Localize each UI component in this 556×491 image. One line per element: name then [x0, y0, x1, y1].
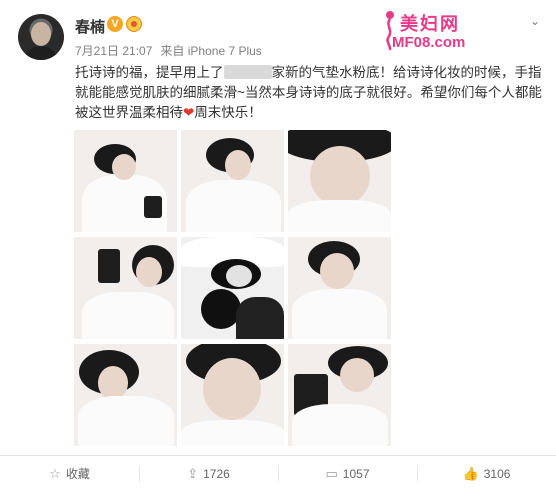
- star-outline-icon: ☆: [49, 465, 61, 481]
- favorite-label: 收藏: [65, 467, 90, 481]
- like-count: 3106: [483, 466, 511, 481]
- comment-count: 1057: [342, 466, 370, 481]
- photo-thumbnail-8[interactable]: [181, 344, 284, 446]
- photo-thumbnail-2[interactable]: [181, 130, 284, 232]
- avatar-body: [23, 46, 59, 60]
- avatar[interactable]: [18, 14, 64, 60]
- post-text-part1: 托诗诗的福，提早用上了: [75, 65, 224, 80]
- photo-thumbnail-9[interactable]: [288, 344, 391, 446]
- favorite-button[interactable]: ☆ 收藏: [0, 456, 139, 491]
- comment-bubble-icon: ▭: [325, 465, 338, 481]
- action-bar: ☆ 收藏 ⇪ 1726 ▭ 1057 👍 3106: [0, 456, 556, 491]
- comment-button[interactable]: ▭ 1057: [278, 456, 417, 491]
- photo-thumbnail-1[interactable]: [74, 130, 177, 232]
- post-timestamp[interactable]: 7月21日 21:07: [75, 44, 152, 58]
- weibo-post-card: 春楠 V ⌄ 7月21日 21:07 来自 iPhone 7 Plus 美妇网 M…: [0, 0, 556, 491]
- photo-thumbnail-6[interactable]: [288, 237, 391, 339]
- post-source-prefix: 来自: [160, 44, 185, 58]
- post-text-part3: 周末快乐！: [194, 105, 262, 120]
- post-source: iPhone 7 Plus: [187, 44, 262, 58]
- photo-thumbnail-5[interactable]: [181, 237, 284, 339]
- image-grid: [74, 130, 392, 448]
- avatar-face: [31, 22, 51, 46]
- medal-icon: [126, 16, 142, 32]
- photo-thumbnail-4[interactable]: [74, 237, 177, 339]
- photo-thumbnail-7[interactable]: [74, 344, 177, 446]
- post-meta: 7月21日 21:07 来自 iPhone 7 Plus: [75, 42, 262, 59]
- watermark-logo: 美妇网 MF08.com: [382, 8, 502, 54]
- photo-thumbnail-3[interactable]: [288, 130, 391, 232]
- chevron-down-icon[interactable]: ⌄: [530, 14, 540, 28]
- repost-arrow-icon: ⇪: [187, 465, 199, 481]
- repost-button[interactable]: ⇪ 1726: [139, 456, 278, 491]
- like-button[interactable]: 👍 3106: [417, 456, 556, 491]
- heart-icon: ❤: [183, 105, 195, 120]
- repost-count: 1726: [203, 466, 230, 481]
- redacted-brand: [223, 65, 272, 79]
- username[interactable]: 春楠: [75, 16, 105, 37]
- watermark-title: 美妇网: [400, 14, 460, 34]
- verified-badge-icon: V: [107, 16, 123, 32]
- thumbs-up-icon: 👍: [462, 465, 479, 481]
- watermark-url: MF08.com: [392, 34, 466, 51]
- post-text: 托诗诗的福，提早用上了 家新的气垫水粉底！给诗诗化妆的时候，手指就能能感觉肌肤的细…: [75, 63, 545, 123]
